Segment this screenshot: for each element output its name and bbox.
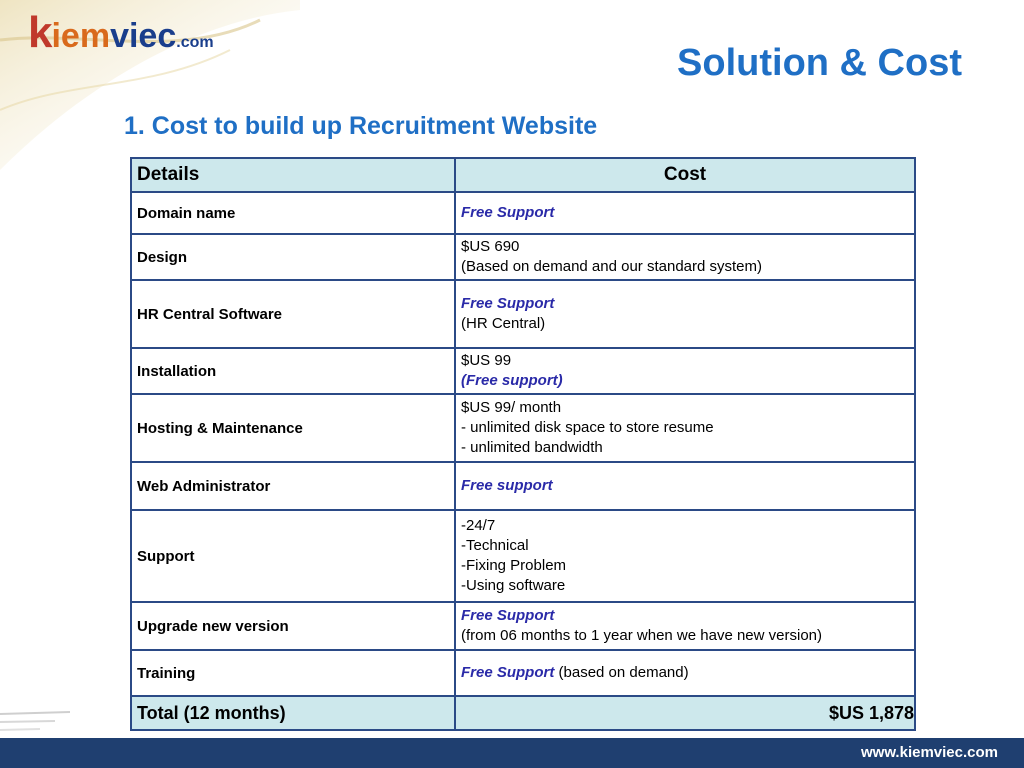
cost-line: (HR Central) xyxy=(461,314,909,334)
cost-text: -24/7 xyxy=(461,517,496,534)
kiemviec-logo: kiemviec.com xyxy=(28,8,214,57)
row-cost: -24/7 -Technical -Fixing Problem -Using sof… xyxy=(454,509,916,603)
cost-line: $US 690 xyxy=(461,237,909,257)
free-support-text: Free Support xyxy=(461,204,555,221)
cost-line: Free Support xyxy=(461,203,909,223)
cost-text: -Technical xyxy=(461,537,529,554)
cost-line: Free Support xyxy=(461,606,909,626)
table-row: Support -24/7 -Technical -Fixing Problem -Us… xyxy=(130,509,916,603)
total-row: Total (12 months) $US 1,878 xyxy=(130,695,916,731)
row-cost: Free Support (based on demand) xyxy=(454,649,916,697)
table-row: Web Administrator Free support xyxy=(130,461,916,511)
row-detail: Training xyxy=(130,649,456,697)
cost-text: - unlimited bandwidth xyxy=(461,439,603,456)
row-cost: Free support xyxy=(454,461,916,511)
slide-title: Solution & Cost xyxy=(677,42,962,84)
free-support-text: Free Support xyxy=(461,664,555,681)
cost-line: Free Support xyxy=(461,294,909,314)
row-detail: Upgrade new version xyxy=(130,601,456,651)
cost-line: -Fixing Problem xyxy=(461,556,909,576)
row-cost: Free Support xyxy=(454,191,916,235)
cost-line: $US 99/ month xyxy=(461,398,909,418)
table-row: Design $US 690 (Based on demand and our st… xyxy=(130,233,916,281)
cost-table: Details Cost Domain name Free Support Desi… xyxy=(130,157,916,731)
details-header: Details xyxy=(130,157,456,193)
cost-text: $US 690 xyxy=(461,238,520,255)
row-detail: Installation xyxy=(130,347,456,395)
cost-line: Free support xyxy=(461,476,909,496)
table-row: Training Free Support (based on demand) xyxy=(130,649,916,697)
cost-text: -Fixing Problem xyxy=(461,557,567,574)
cost-header: Cost xyxy=(454,157,916,193)
row-cost: $US 690 (Based on demand and our standard… xyxy=(454,233,916,281)
cost-line: (Based on demand and our standard system… xyxy=(461,257,909,277)
row-detail: Design xyxy=(130,233,456,281)
free-support-text: Free Support xyxy=(461,607,555,624)
table-row: Hosting & Maintenance $US 99/ month - unli… xyxy=(130,393,916,463)
cost-line: -Using software xyxy=(461,576,909,596)
cost-line: (Free support) xyxy=(461,371,909,391)
cost-line: -24/7 xyxy=(461,516,909,536)
cost-line: (from 06 months to 1 year when we have n… xyxy=(461,626,909,646)
footer-url: www.kiemviec.com xyxy=(860,744,998,761)
table-row: Installation $US 99 (Free support) xyxy=(130,347,916,395)
footer-stripes-decoration xyxy=(0,711,71,731)
cost-line: $US 99 xyxy=(461,351,909,371)
table-header-row: Details Cost xyxy=(130,157,916,193)
free-support-text: (Free support) xyxy=(461,372,563,389)
table-row: Upgrade new version Free Support (from 06 … xyxy=(130,601,916,651)
row-cost: $US 99/ month - unlimited disk space to s… xyxy=(454,393,916,463)
row-cost: Free Support (HR Central) xyxy=(454,279,916,349)
cost-text: (from 06 months to 1 year when we have n… xyxy=(461,627,823,644)
cost-text: $US 99 xyxy=(461,352,512,369)
total-value: $US 1,878 xyxy=(454,695,916,731)
cost-text: $US 99/ month xyxy=(461,399,562,416)
footer-bar: www.kiemviec.com xyxy=(0,738,1024,768)
cost-text: - unlimited disk space to store resume xyxy=(461,419,714,436)
row-detail: Web Administrator xyxy=(130,461,456,511)
row-detail: Hosting & Maintenance xyxy=(130,393,456,463)
free-support-text: Free support xyxy=(461,477,553,494)
table-row: Domain name Free Support xyxy=(130,191,916,235)
total-label: Total (12 months) xyxy=(130,695,456,731)
cost-line: - unlimited bandwidth xyxy=(461,438,909,458)
cost-text: (Based on demand and our standard system… xyxy=(461,258,763,275)
cost-text: -Using software xyxy=(461,577,566,594)
cost-text: (HR Central) xyxy=(461,315,546,332)
row-cost: Free Support (from 06 months to 1 year wh… xyxy=(454,601,916,651)
section-subtitle: 1. Cost to build up Recruitment Website xyxy=(124,112,598,140)
row-detail: Domain name xyxy=(130,191,456,235)
cost-line: Free Support (based on demand) xyxy=(461,663,909,683)
free-support-text: Free Support xyxy=(461,295,555,312)
cost-line: -Technical xyxy=(461,536,909,556)
row-cost: $US 99 (Free support) xyxy=(454,347,916,395)
row-detail: HR Central Software xyxy=(130,279,456,349)
cost-suffix: (based on demand) xyxy=(554,664,689,681)
cost-line: - unlimited disk space to store resume xyxy=(461,418,909,438)
table-row: HR Central Software Free Support (HR Centr… xyxy=(130,279,916,349)
row-detail: Support xyxy=(130,509,456,603)
